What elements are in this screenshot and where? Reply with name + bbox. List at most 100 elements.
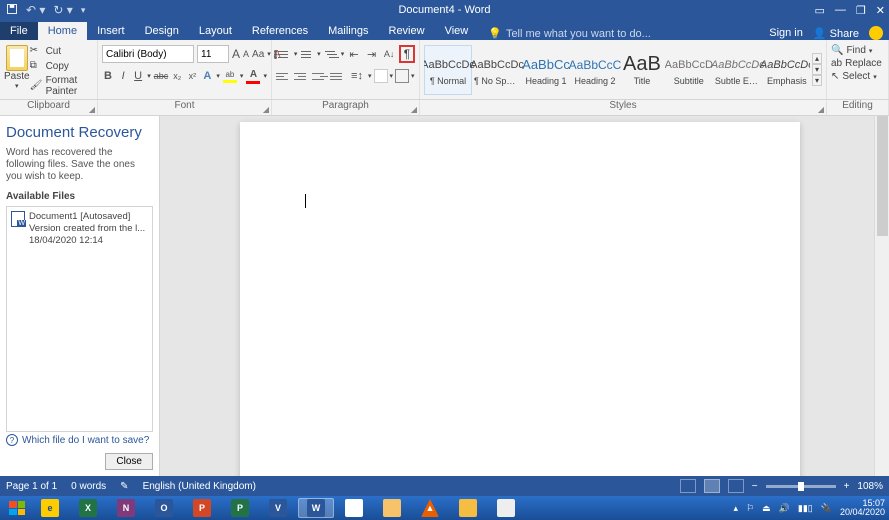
styles-dialog-launcher[interactable]: ◢: [818, 105, 824, 114]
grow-font-button[interactable]: A: [232, 46, 240, 62]
align-right-button[interactable]: [312, 69, 328, 83]
text-effects-button[interactable]: A: [201, 67, 213, 85]
clipboard-dialog-launcher[interactable]: ◢: [89, 105, 95, 114]
page-status[interactable]: Page 1 of 1: [6, 481, 57, 492]
tab-insert[interactable]: Insert: [87, 22, 135, 40]
italic-button[interactable]: I: [117, 67, 129, 85]
tray-wifi-icon[interactable]: ▮▮▯: [798, 503, 813, 514]
read-mode-button[interactable]: [680, 479, 696, 493]
zoom-in-button[interactable]: +: [844, 481, 850, 492]
change-case-button[interactable]: Aa: [252, 46, 264, 62]
multilevel-list-button[interactable]: [323, 46, 339, 62]
zoom-out-button[interactable]: −: [752, 481, 758, 492]
taskbar-app[interactable]: e: [32, 498, 68, 518]
print-layout-button[interactable]: [704, 479, 720, 493]
line-spacing-button[interactable]: ≡↕: [348, 67, 366, 85]
style-heading-2[interactable]: AaBbCcCHeading 2: [571, 45, 619, 95]
style--no-spac-[interactable]: AaBbCcDc¶ No Spac...: [473, 45, 521, 95]
tray-battery-icon[interactable]: 🔌: [821, 503, 832, 514]
vertical-scrollbar[interactable]: [874, 116, 889, 476]
maximize-button[interactable]: ❐: [856, 4, 866, 17]
tab-mailings[interactable]: Mailings: [318, 22, 378, 40]
share-button[interactable]: 👤 Share: [813, 27, 859, 40]
tray-flag-icon[interactable]: ⚐: [746, 503, 754, 514]
copy-button[interactable]: ⧉Copy: [30, 60, 93, 72]
cut-button[interactable]: ✂Cut: [30, 45, 93, 57]
taskbar-app[interactable]: N: [108, 498, 144, 518]
borders-button[interactable]: [395, 69, 409, 83]
document-area[interactable]: [160, 116, 889, 476]
taskbar-app[interactable]: [488, 498, 524, 518]
proofing-icon[interactable]: ✎: [120, 481, 128, 492]
show-hide-marks-button[interactable]: ¶: [399, 45, 415, 63]
find-button[interactable]: 🔍Find▾: [831, 45, 882, 56]
superscript-button[interactable]: x²: [186, 67, 198, 85]
font-name-combo[interactable]: [102, 45, 194, 63]
justify-button[interactable]: [330, 69, 346, 83]
tab-design[interactable]: Design: [135, 22, 189, 40]
sort-button[interactable]: A↓: [381, 45, 397, 63]
bullets-button[interactable]: [276, 46, 292, 62]
numbering-button[interactable]: [299, 46, 315, 62]
zoom-slider[interactable]: [766, 485, 836, 488]
subscript-button[interactable]: x₂: [171, 67, 183, 85]
tab-layout[interactable]: Layout: [189, 22, 242, 40]
taskbar-app[interactable]: P: [184, 498, 220, 518]
font-size-combo[interactable]: [197, 45, 229, 63]
taskbar-app[interactable]: X: [70, 498, 106, 518]
tray-volume-icon[interactable]: 🔊: [779, 503, 790, 514]
taskbar-app[interactable]: [336, 498, 372, 518]
shading-button[interactable]: [374, 69, 388, 83]
close-button[interactable]: ✕: [876, 4, 885, 17]
recovery-close-button[interactable]: Close: [105, 453, 153, 470]
paste-dropdown-icon[interactable]: ▾: [15, 82, 19, 90]
ribbon-options-icon[interactable]: ▭: [815, 4, 825, 17]
taskbar-app[interactable]: O: [146, 498, 182, 518]
tray-eject-icon[interactable]: ⏏: [762, 503, 771, 514]
format-painter-button[interactable]: 🖌Format Painter: [30, 75, 93, 97]
bold-button[interactable]: B: [102, 67, 114, 85]
replace-button[interactable]: abReplace: [831, 58, 882, 69]
tab-home[interactable]: Home: [38, 22, 87, 40]
file-tab[interactable]: File: [0, 22, 38, 40]
paste-button[interactable]: Paste ▾: [4, 42, 30, 97]
taskbar-app[interactable]: V: [260, 498, 296, 518]
styles-scroll-up[interactable]: ▴: [812, 53, 822, 64]
tab-references[interactable]: References: [242, 22, 318, 40]
style-subtitle[interactable]: AaBbCcDSubtitle: [665, 45, 713, 95]
taskbar-clock[interactable]: 15:07 20/04/2020: [840, 499, 885, 518]
align-left-button[interactable]: [276, 69, 292, 83]
qat-customize-icon[interactable]: ▾: [81, 5, 86, 16]
highlight-color-button[interactable]: ab: [223, 67, 237, 85]
recovery-help-link[interactable]: ? Which file do I want to save?: [6, 434, 149, 446]
feedback-smile-icon[interactable]: [869, 26, 883, 40]
style-heading-1[interactable]: AaBbCcHeading 1: [522, 45, 570, 95]
strikethrough-button[interactable]: abc: [154, 67, 169, 85]
increase-indent-button[interactable]: ⇥: [364, 45, 380, 63]
zoom-level[interactable]: 108%: [857, 481, 883, 492]
styles-scroll-down[interactable]: ▾: [812, 64, 822, 75]
minimize-button[interactable]: —: [835, 4, 846, 16]
redo-icon[interactable]: ↻ ▾: [53, 3, 72, 17]
start-button[interactable]: [4, 498, 30, 518]
sign-in-link[interactable]: Sign in: [769, 27, 803, 39]
tray-show-hidden-icon[interactable]: ▴: [734, 503, 739, 514]
styles-expand-button[interactable]: ▾: [812, 75, 822, 86]
taskbar-app[interactable]: P: [222, 498, 258, 518]
document-page[interactable]: [240, 122, 800, 476]
taskbar-app[interactable]: [450, 498, 486, 518]
tell-me-search[interactable]: 💡 Tell me what you want to do...: [488, 27, 651, 40]
language-status[interactable]: English (United Kingdom): [143, 481, 256, 492]
shrink-font-button[interactable]: A: [243, 46, 249, 62]
decrease-indent-button[interactable]: ⇤: [346, 45, 362, 63]
select-button[interactable]: ↖Select▾: [831, 71, 882, 82]
styles-gallery[interactable]: AaBbCcDc¶ NormalAaBbCcDc¶ No Spac...AaBb…: [424, 42, 810, 97]
zoom-slider-thumb[interactable]: [798, 482, 804, 491]
underline-button[interactable]: U: [132, 67, 144, 85]
style--normal[interactable]: AaBbCcDc¶ Normal: [424, 45, 472, 95]
taskbar-app[interactable]: W: [298, 498, 334, 518]
align-center-button[interactable]: [294, 69, 310, 83]
style-subtle-em-[interactable]: AaBbCcDcSubtle Em...: [714, 45, 762, 95]
recovered-file-item[interactable]: Document1 [Autosaved]Version created fro…: [7, 207, 152, 251]
font-dialog-launcher[interactable]: ◢: [263, 105, 269, 114]
